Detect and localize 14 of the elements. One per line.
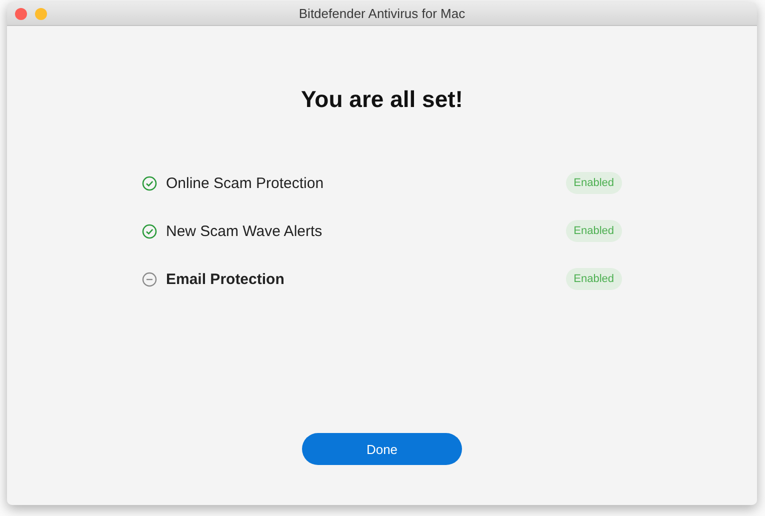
minimize-button[interactable] bbox=[35, 8, 47, 20]
check-circle-icon bbox=[142, 176, 157, 190]
feature-name: New Scam Wave Alerts bbox=[166, 222, 322, 240]
status-badge: Enabled bbox=[566, 268, 622, 290]
feature-name: Email Protection bbox=[166, 270, 284, 288]
status-badge: Enabled bbox=[566, 172, 622, 194]
close-button[interactable] bbox=[15, 8, 27, 20]
minus-circle-icon bbox=[142, 272, 157, 286]
heading: You are all set! bbox=[301, 85, 463, 114]
done-button[interactable]: Done bbox=[302, 433, 462, 465]
window-title: Bitdefender Antivirus for Mac bbox=[298, 6, 466, 21]
check-circle-icon bbox=[142, 224, 157, 238]
status-badge: Enabled bbox=[566, 220, 622, 242]
feature-name: Online Scam Protection bbox=[166, 174, 324, 192]
